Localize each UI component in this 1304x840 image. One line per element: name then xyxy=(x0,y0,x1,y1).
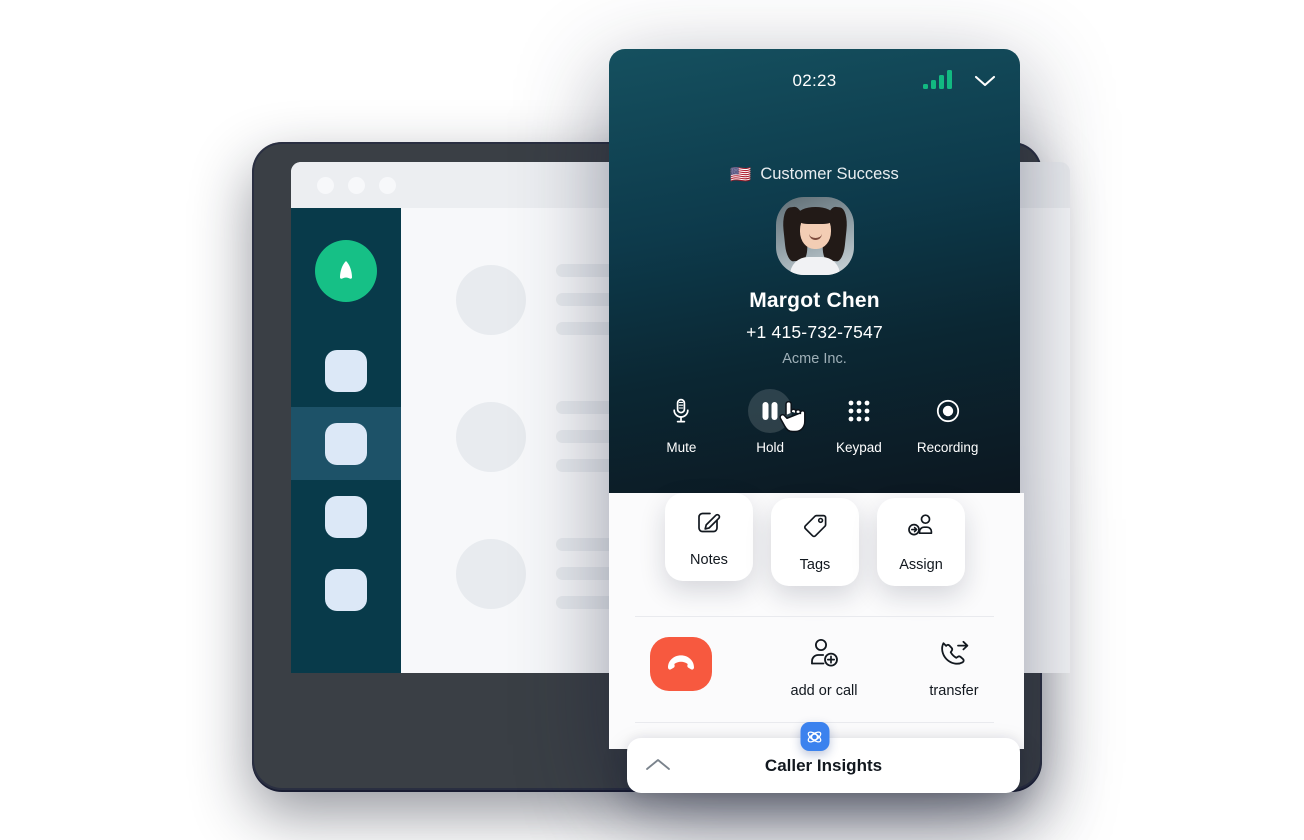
signal-bars-icon xyxy=(923,70,952,89)
nav-chip-icon xyxy=(325,495,367,538)
assign-label: Assign xyxy=(899,557,943,573)
placeholder-avatar xyxy=(456,538,526,609)
caller-insights-label: Caller Insights xyxy=(764,755,883,775)
avatar-shirt xyxy=(789,257,840,275)
window-minimize-dot[interactable] xyxy=(348,176,365,194)
sidebar-item-2[interactable] xyxy=(291,407,401,480)
call-panel: 02:23 🇺🇸 Customer Success Margot Chen +1… xyxy=(609,49,1024,793)
nav-chip-icon xyxy=(325,349,367,392)
contact-company: Acme Inc. xyxy=(782,351,847,367)
divider-top xyxy=(635,616,994,617)
avatar-fringe xyxy=(796,207,834,224)
transfer-call-icon xyxy=(937,637,971,674)
call-controls: Mute Hold Keypad Recording xyxy=(609,389,1020,455)
keypad-label: Keypad xyxy=(835,440,882,455)
queue-name: Customer Success xyxy=(760,165,899,183)
recording-button[interactable]: Recording xyxy=(910,389,986,455)
sidebar-item-3[interactable] xyxy=(291,480,401,553)
window-close-dot[interactable] xyxy=(317,176,334,194)
keypad-button[interactable]: Keypad xyxy=(821,389,897,455)
tag-icon xyxy=(800,511,830,546)
app-sidebar xyxy=(291,208,401,673)
mute-button[interactable]: Mute xyxy=(643,389,719,455)
tags-label: Tags xyxy=(799,557,831,573)
call-timer: 02:23 xyxy=(792,71,837,90)
queue-line: 🇺🇸 Customer Success xyxy=(609,165,1020,184)
hold-button[interactable]: Hold xyxy=(732,389,808,455)
notes-label: Notes xyxy=(690,552,728,568)
nav-chip-icon xyxy=(325,422,367,465)
hangup-phone-icon xyxy=(664,652,698,677)
assign-card[interactable]: Assign xyxy=(877,498,965,586)
hangup-button[interactable] xyxy=(650,637,712,691)
caller-insights-bar[interactable]: Caller Insights xyxy=(627,738,1020,793)
microphone-icon xyxy=(659,389,703,433)
add-or-call-label: add or call xyxy=(790,683,858,699)
record-dot-icon xyxy=(926,389,970,433)
recording-label: Recording xyxy=(916,440,979,455)
placeholder-avatar xyxy=(456,264,526,335)
contact-phone: +1 415-732-7547 xyxy=(746,322,883,342)
contact-avatar xyxy=(775,197,854,275)
mute-label: Mute xyxy=(666,440,697,455)
add-or-call-button[interactable]: add or call xyxy=(764,637,884,699)
contact-info: Margot Chen +1 415-732-7547 Acme Inc. xyxy=(609,289,1020,367)
notes-card[interactable]: Notes xyxy=(665,493,753,581)
tags-card[interactable]: Tags xyxy=(771,498,859,586)
note-pencil-icon xyxy=(694,506,724,541)
placeholder-avatar xyxy=(456,401,526,472)
assign-user-icon xyxy=(906,511,936,546)
hold-label: Hold xyxy=(756,440,784,455)
chevron-up-icon[interactable] xyxy=(645,757,671,771)
aircall-logo-icon xyxy=(315,240,377,302)
transfer-label: transfer xyxy=(929,683,979,699)
nav-chip-icon xyxy=(325,568,367,611)
keypad-grid-icon xyxy=(837,389,881,433)
add-person-icon xyxy=(807,637,841,674)
contact-name: Margot Chen xyxy=(749,289,880,312)
sidebar-item-1[interactable] xyxy=(291,334,401,407)
window-maximize-dot[interactable] xyxy=(379,176,396,194)
pause-icon xyxy=(748,389,793,433)
screenshot-stage: 02:23 🇺🇸 Customer Success Margot Chen +1… xyxy=(0,0,1304,840)
chevron-down-icon[interactable] xyxy=(974,74,996,87)
call-topbar-right xyxy=(923,70,996,89)
sidebar-item-4[interactable] xyxy=(291,553,401,626)
us-flag-icon: 🇺🇸 xyxy=(730,165,752,184)
transfer-button[interactable]: transfer xyxy=(899,637,1009,699)
